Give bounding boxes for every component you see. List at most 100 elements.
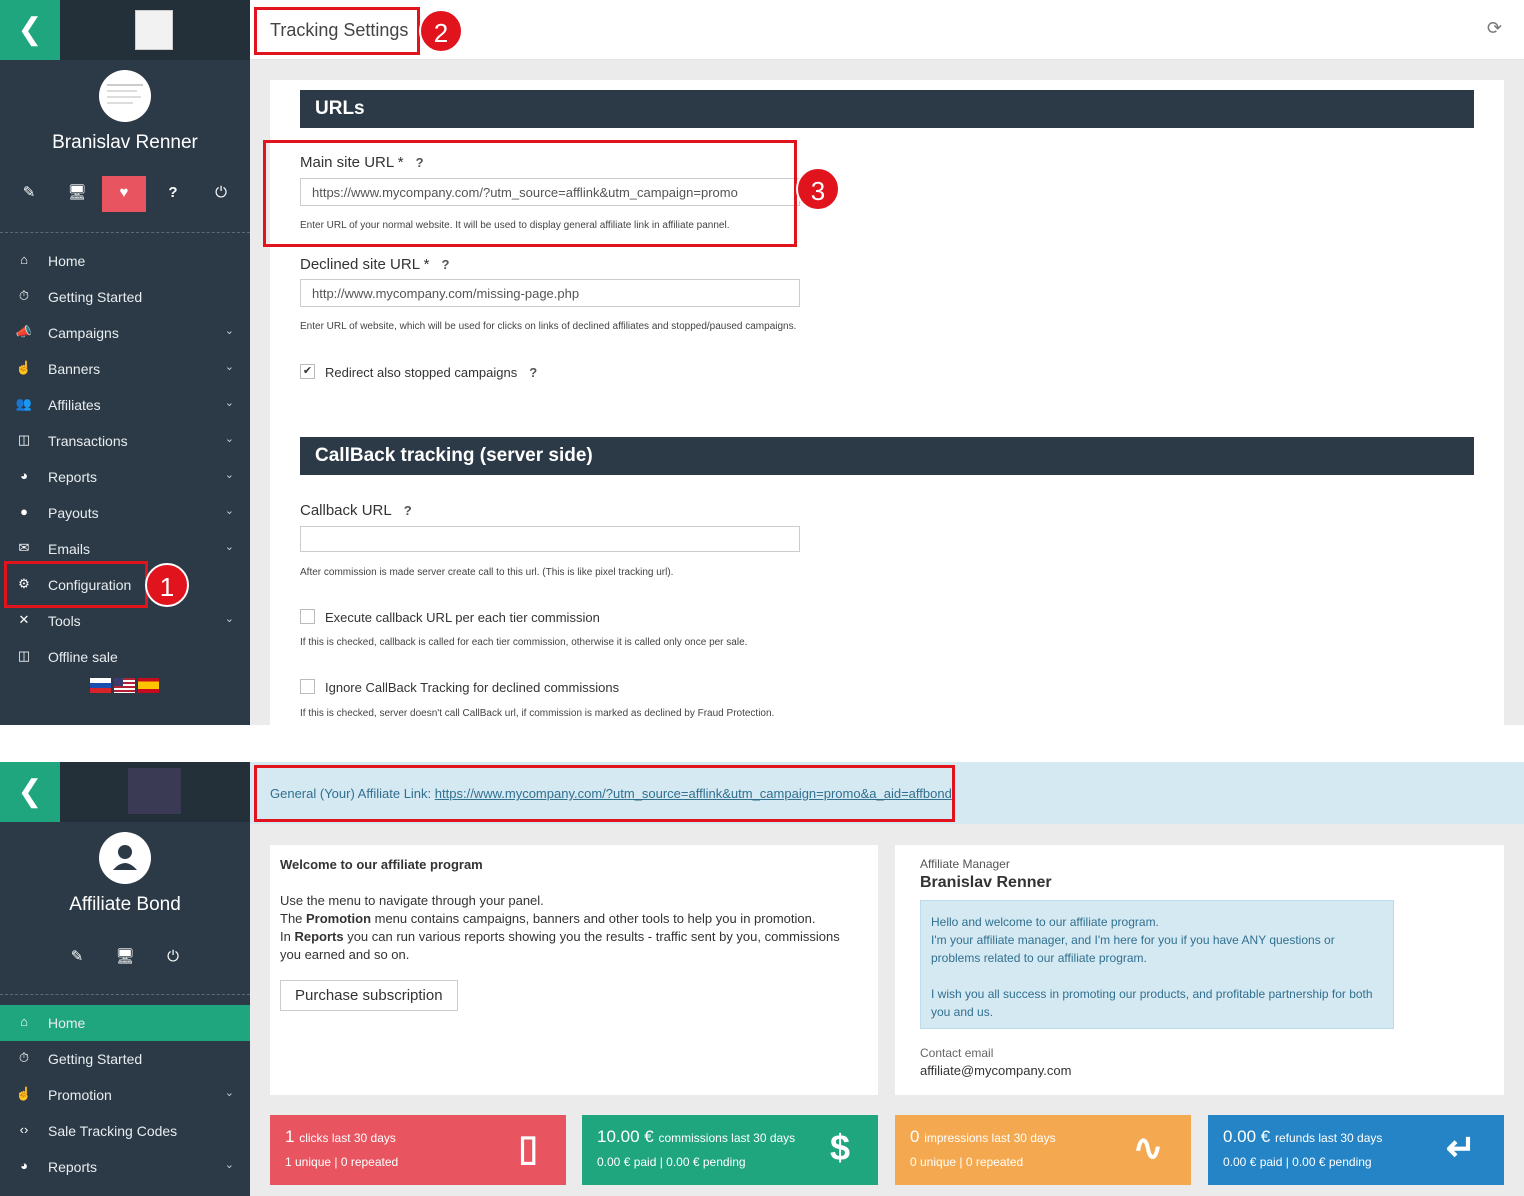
step-badge-2: 2 xyxy=(419,9,463,53)
sidebar-item-campaigns[interactable]: 📣 Campaigns ⌄ xyxy=(0,315,250,351)
chevron-down-icon: ⌄ xyxy=(224,613,234,625)
affiliate-link[interactable]: https://www.mycompany.com/?utm_source=af… xyxy=(435,786,952,801)
return-arrow-icon: ↵ xyxy=(1445,1127,1476,1168)
purchase-subscription-button[interactable]: Purchase subscription xyxy=(280,980,458,1011)
sidebar-item-label: Getting Started xyxy=(48,1051,143,1067)
chevron-down-icon: ⌄ xyxy=(224,1159,234,1171)
stat-sub: 0.00 € paid | 0.00 € pending xyxy=(1223,1155,1372,1169)
avatar[interactable] xyxy=(99,70,151,122)
power-icon[interactable]: ⏻ xyxy=(151,940,195,974)
power-icon[interactable]: ⏻ xyxy=(199,176,243,210)
divider xyxy=(0,232,250,233)
chevron-down-icon: ⌄ xyxy=(224,1087,234,1099)
redirect-checkbox[interactable]: ✔ xyxy=(300,364,315,379)
sidebar-item-reports[interactable]: ◕ Reports ⌄ xyxy=(0,1149,250,1185)
sidebar-item-emails[interactable]: ✉ Emails ⌄ xyxy=(0,531,250,567)
home-icon: ⌂ xyxy=(20,1014,28,1029)
back-button[interactable]: ❮ xyxy=(0,762,60,822)
contact-email[interactable]: affiliate@mycompany.com xyxy=(920,1063,1071,1078)
heartbeat-icon[interactable]: ♥ xyxy=(102,176,146,212)
help-icon[interactable]: ? xyxy=(416,155,424,170)
pie-chart-icon: ◕ xyxy=(20,468,28,483)
callback-url-input[interactable] xyxy=(300,526,800,552)
stat-box-impressions-last-30-days[interactable]: 0 impressions last 30 days 0 unique | 0 r… xyxy=(895,1115,1191,1185)
stat-box-clicks-last-30-days[interactable]: 1 clicks last 30 days 1 unique | 0 repeat… xyxy=(270,1115,566,1185)
sidebar-item-label: Home xyxy=(48,253,86,269)
sidebar-item-promotion[interactable]: ☝ Promotion ⌄ xyxy=(0,1077,250,1113)
sidebar-item-label: Banners xyxy=(48,361,101,377)
users-icon: 👥 xyxy=(15,396,33,411)
sidebar-item-getting-started[interactable]: ⏱ Getting Started xyxy=(0,1041,250,1077)
help-icon[interactable]: ? xyxy=(404,503,412,518)
home-icon: ⌂ xyxy=(20,252,28,267)
stat-box-commissions-last-30-days[interactable]: 10.00 € commissions last 30 days 0.00 € p… xyxy=(582,1115,878,1185)
ignore-declined-checkbox[interactable] xyxy=(300,679,315,694)
stat-sub: 0.00 € paid | 0.00 € pending xyxy=(597,1155,746,1169)
sidebar-item-affiliates[interactable]: 👥 Affiliates ⌄ xyxy=(0,387,250,423)
declined-url-help: Enter URL of website, which will be used… xyxy=(300,321,797,332)
declined-url-input[interactable] xyxy=(300,279,800,307)
sidebar-item-tools[interactable]: ✕ Tools ⌄ xyxy=(0,603,250,639)
welcome-text: Use the menu to navigate through your pa… xyxy=(280,893,840,962)
help-icon[interactable]: ? xyxy=(529,365,537,380)
pointer-hand-icon: ☝ xyxy=(15,1086,33,1101)
edit-icon[interactable]: ✎ xyxy=(7,176,51,210)
affiliate-dashboard-screen: ❮ Affiliate Bond ✎ 🖥 ⏻ ⌂ Home ⏱ Getting Sta… xyxy=(0,762,1524,1196)
sidebar-item-transactions[interactable]: ◫ Transactions ⌄ xyxy=(0,423,250,459)
callback-url-help: After commission is made server create c… xyxy=(300,567,674,578)
help-icon[interactable]: ? xyxy=(442,257,450,272)
sidebar-item-banners[interactable]: ☝ Banners ⌄ xyxy=(0,351,250,387)
ignore-declined-help: If this is checked, server doesn't call … xyxy=(300,708,775,719)
stat-sub: 1 unique | 0 repeated xyxy=(285,1155,399,1169)
affiliate-link-bar: General (Your) Affiliate Link: https://w… xyxy=(250,762,1524,824)
page-title: Tracking Settings xyxy=(270,20,409,40)
sidebar-item-home[interactable]: ⌂ Home xyxy=(0,1005,250,1041)
main-url-input[interactable] xyxy=(300,178,800,206)
chevron-down-icon: ⌄ xyxy=(224,361,234,373)
sidebar-item-label: Affiliates xyxy=(48,397,101,413)
sidebar-item-configuration[interactable]: ⚙ Configuration xyxy=(0,567,250,603)
chevron-down-icon: ⌄ xyxy=(224,397,234,409)
es-flag[interactable] xyxy=(138,678,159,693)
sidebar-item-getting-started[interactable]: ⏱ Getting Started xyxy=(0,279,250,315)
sidebar-item-label: Transactions xyxy=(48,433,128,449)
affiliate-link-text: General (Your) Affiliate Link: https://w… xyxy=(270,786,952,801)
refresh-icon[interactable]: ⟳ xyxy=(1487,18,1502,39)
monitor-icon[interactable]: 🖥 xyxy=(103,940,147,974)
sidebar-item-home[interactable]: ⌂ Home xyxy=(0,243,250,279)
chevron-down-icon: ⌄ xyxy=(224,469,234,481)
user-name: Affiliate Bond xyxy=(69,894,181,915)
chevron-left-icon: ❮ xyxy=(17,13,43,46)
main-content: Tracking Settings ⟳ URLs Main site URL *… xyxy=(250,0,1524,725)
sk-flag[interactable] xyxy=(90,678,111,693)
affiliate-sidebar: ❮ Affiliate Bond ✎ 🖥 ⏻ ⌂ Home ⏱ Getting Sta… xyxy=(0,762,250,1196)
chevron-down-icon: ⌄ xyxy=(224,541,234,553)
sidebar-item-label: Campaigns xyxy=(48,325,119,341)
sidebar-item-label: Sale Tracking Codes xyxy=(48,1123,178,1139)
edit-icon[interactable]: ✎ xyxy=(55,940,99,974)
avatar[interactable] xyxy=(99,832,151,884)
stat-value: 1 clicks last 30 days xyxy=(285,1127,396,1146)
megaphone-icon: 📣 xyxy=(15,324,33,339)
us-flag[interactable] xyxy=(114,678,135,693)
sidebar-item-label: Configuration xyxy=(48,577,132,593)
sidebar-item-reports[interactable]: ◕ Reports ⌄ xyxy=(0,459,250,495)
stat-box-refunds-last-30-days[interactable]: 0.00 € refunds last 30 days 0.00 € paid |… xyxy=(1208,1115,1504,1185)
sidebar-item-label: Emails xyxy=(48,541,91,557)
stat-sub: 0 unique | 0 repeated xyxy=(910,1155,1024,1169)
welcome-title: Welcome to our affiliate program xyxy=(280,857,483,872)
per-tier-checkbox[interactable] xyxy=(300,609,315,624)
sidebar-item-label: Tools xyxy=(48,613,81,629)
sidebar-item-offline-sale[interactable]: ◫ Offline sale xyxy=(0,639,250,675)
sidebar-item-label: Home xyxy=(48,1015,86,1031)
step-badge-1: 1 xyxy=(145,563,189,607)
main-content: General (Your) Affiliate Link: https://w… xyxy=(250,762,1524,1196)
chevron-down-icon: ⌄ xyxy=(224,433,234,445)
stat-value: 0 impressions last 30 days xyxy=(910,1127,1056,1146)
sidebar-item-sale-tracking-codes[interactable]: ‹› Sale Tracking Codes xyxy=(0,1113,250,1149)
sidebar-item-payouts[interactable]: ● Payouts ⌄ xyxy=(0,495,250,531)
pie-chart-icon: ◕ xyxy=(20,1158,28,1173)
back-button[interactable]: ❮ xyxy=(0,0,60,60)
monitor-icon[interactable]: 🖥 xyxy=(55,176,99,210)
help-icon[interactable]: ? xyxy=(151,176,195,210)
